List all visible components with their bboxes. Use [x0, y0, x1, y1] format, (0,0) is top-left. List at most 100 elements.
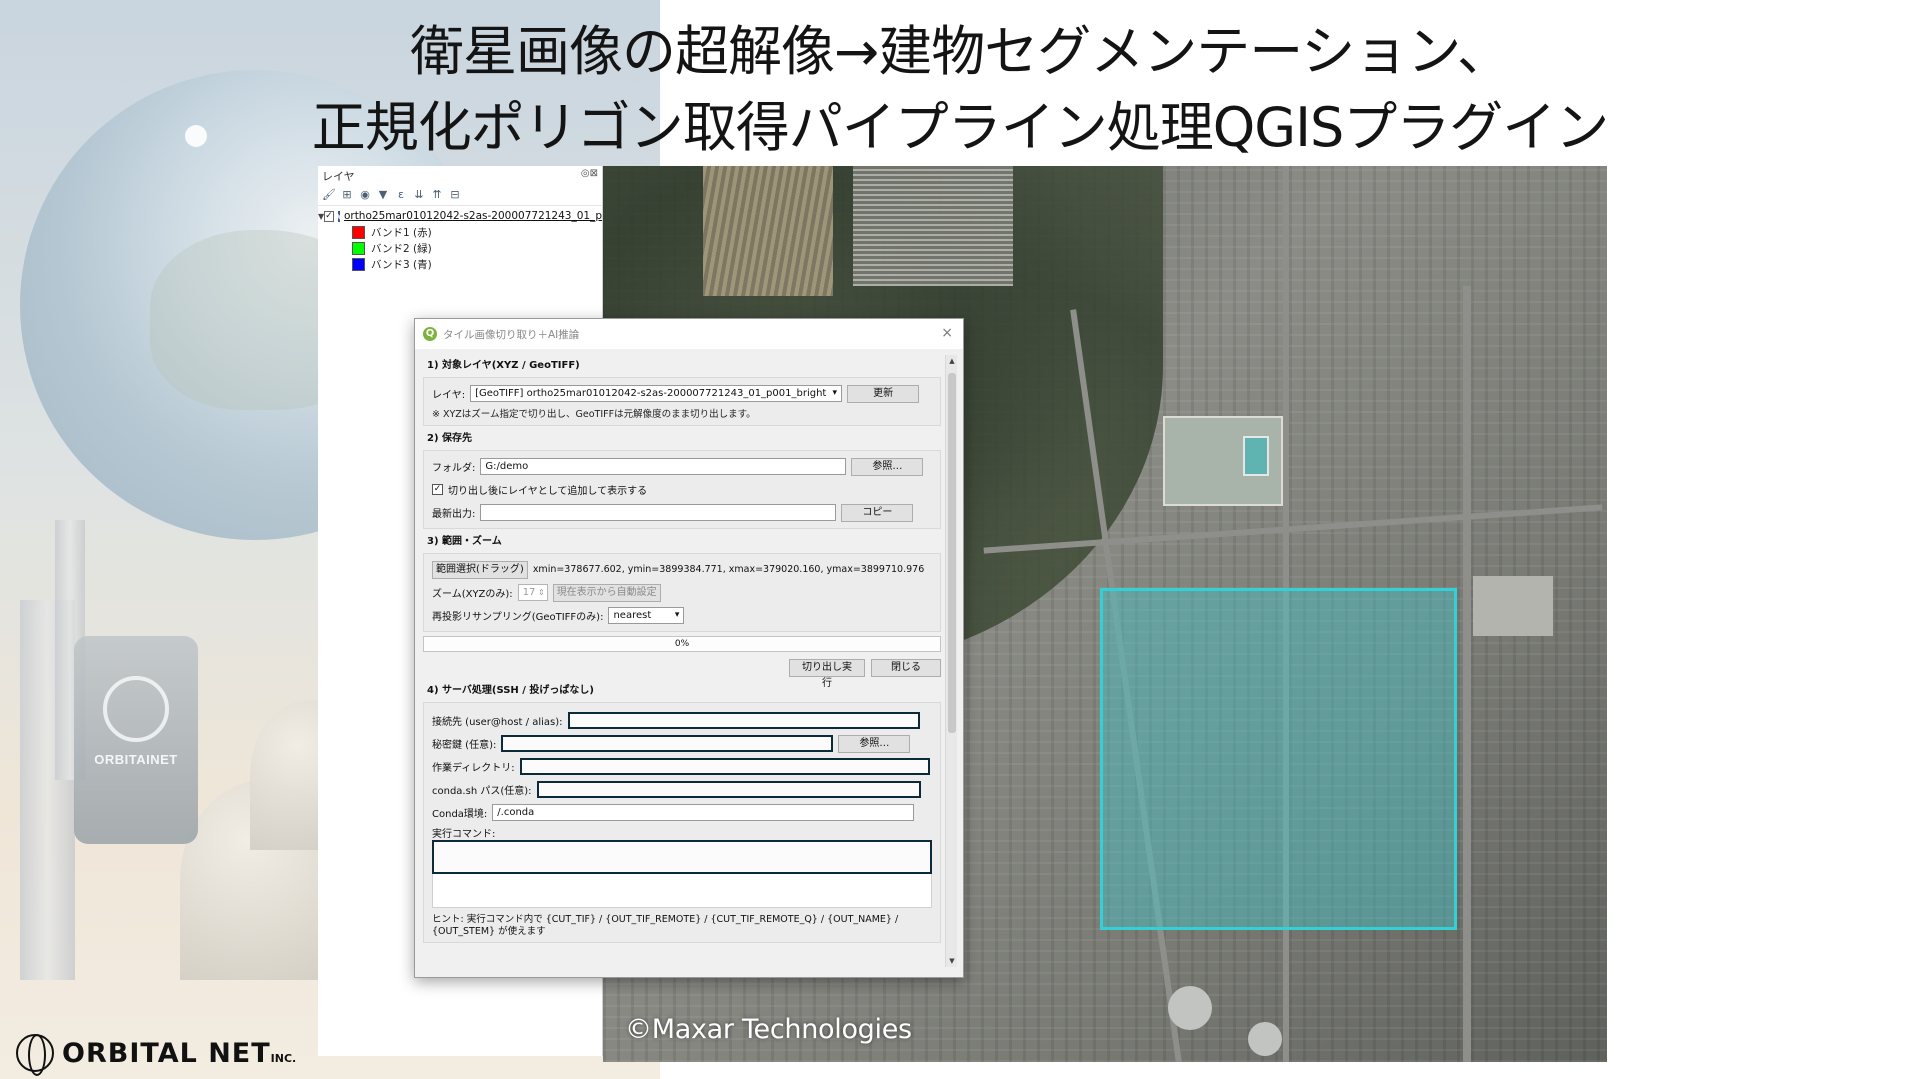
raster-layer-icon: [337, 210, 340, 222]
layer-note: ※ XYZはズーム指定で切り出し、GeoTIFFは元解像度のまま切り出します。: [432, 409, 756, 420]
workdir-input[interactable]: [519, 758, 930, 775]
footer-logo-suffix: INC.: [270, 1051, 297, 1065]
host-input[interactable]: [567, 712, 920, 729]
run-cut-button[interactable]: 切り出し実行: [789, 659, 865, 689]
dialog-scrollbar[interactable]: ▲ ▼: [945, 355, 957, 967]
map-cemetery: [853, 166, 1013, 286]
copyright-text: ©Maxar Technologies: [625, 1014, 912, 1045]
section-title-save-location: 2) 保存先: [427, 433, 473, 444]
condash-label: conda.sh パス(任意):: [432, 786, 532, 797]
band-color-swatch: [352, 225, 365, 239]
add-layer-label: 切り出し後にレイヤとして追加して表示する: [448, 486, 648, 497]
slide-title: 衛星画像の超解像→建物セグメンテーション、 正規化ポリゴン取得パイプライン処理Q…: [0, 14, 1920, 166]
browse-key-button[interactable]: 参照…: [838, 734, 911, 753]
scroll-up-arrow-icon[interactable]: ▲: [946, 355, 958, 367]
add-group-icon[interactable]: ⊞: [340, 188, 354, 202]
footer-logo-name: ORBITAL NET: [62, 1037, 271, 1069]
copy-button[interactable]: コピー: [841, 503, 914, 522]
expand-all-icon[interactable]: ⇊: [412, 188, 426, 202]
folder-label: フォルダ:: [432, 463, 476, 474]
eye-icon[interactable]: ◉: [358, 188, 372, 202]
band-item: バンド3 (青): [318, 256, 602, 272]
layer-select[interactable]: [GeoTIFF] ortho25mar01012042-s2as-200007…: [470, 385, 843, 402]
zoom-spinbox[interactable]: 17: [517, 584, 548, 601]
band-color-swatch: [352, 257, 365, 271]
hint-line: ヒント: 実行コマンド内で {CUT_TIF} / {OUT_TIF_REMOT…: [432, 914, 899, 925]
add-layer-checkbox[interactable]: ✓: [432, 484, 443, 495]
band-color-swatch: [352, 241, 365, 255]
map-fields: [703, 166, 833, 296]
key-input[interactable]: [501, 735, 834, 752]
resample-select[interactable]: nearest: [608, 607, 685, 624]
resample-label: 再投影リサンプリング(GeoTIFFのみ):: [432, 612, 604, 623]
layer-tree-item[interactable]: ▼ ✓ ortho25mar01012042-s2as-200007721243…: [318, 208, 602, 224]
range-select-button[interactable]: 範囲選択(ドラッグ): [432, 560, 528, 579]
selection-rectangle[interactable]: [1100, 588, 1457, 930]
condaenv-label: Conda環境:: [432, 809, 488, 820]
band-label: バンド2 (緑): [371, 242, 432, 255]
browse-folder-button[interactable]: 参照…: [851, 457, 924, 476]
auto-zoom-button[interactable]: 現在表示から自動設定: [552, 583, 661, 602]
refresh-button[interactable]: 更新: [847, 384, 920, 403]
map-tank: [1248, 1022, 1282, 1056]
qgis-icon: Q: [423, 327, 437, 341]
condash-input[interactable]: [536, 781, 921, 798]
group-save-location: フォルダ: G:/demo 参照… ✓ 切り出し後にレイヤとして追加して表示する…: [423, 450, 941, 529]
layer-panel-header: レイヤ ◎⊠: [318, 166, 602, 184]
orbital-logo-icon: [16, 1034, 54, 1076]
group-target-layer: レイヤ: [GeoTIFF] ortho25mar01012042-s2as-2…: [423, 377, 941, 426]
brand-logo-icon: [103, 676, 169, 742]
band-label: バンド1 (赤): [371, 226, 432, 239]
footer-logo-text: ORBITAL NETINC.: [62, 1038, 296, 1069]
layer-name[interactable]: ortho25mar01012042-s2as-200007721243_01_…: [344, 210, 602, 222]
group-server: 接続先 (user@host / alias): 秘密鍵 (任意): 参照… 作…: [423, 702, 941, 943]
close-button[interactable]: 閉じる: [871, 659, 941, 677]
action-row: 切り出し実行 閉じる: [423, 656, 941, 689]
latest-output-field[interactable]: [480, 504, 837, 521]
hint-line: {OUT_STEM} が使えます: [432, 926, 546, 937]
latest-output-label: 最新出力:: [432, 509, 476, 520]
footer-logo: ORBITAL NETINC.: [16, 1034, 296, 1076]
paint-brush-icon[interactable]: 🖌: [322, 188, 336, 202]
command-textarea-extension[interactable]: [432, 874, 932, 908]
brand-tile-text: ORBITAINET: [94, 752, 178, 767]
plugin-dialog: Q タイル画像切り取り＋AI推論 × ▲ ▼ 1) 対象レイヤ(XYZ / Ge…: [414, 318, 964, 978]
band-label: バンド3 (青): [371, 258, 432, 271]
collapse-all-icon[interactable]: ⇈: [430, 188, 444, 202]
map-road: [1463, 286, 1471, 1062]
layer-tree: ▼ ✓ ortho25mar01012042-s2as-200007721243…: [318, 206, 602, 272]
dialog-titlebar[interactable]: Q タイル画像切り取り＋AI推論 ×: [415, 319, 963, 349]
progress-bar: 0%: [423, 636, 941, 652]
dialog-title: タイル画像切り取り＋AI推論: [443, 328, 580, 341]
hint-text: ヒント: 実行コマンド内で {CUT_TIF} / {OUT_TIF_REMOT…: [432, 914, 932, 938]
map-pool: [1243, 436, 1269, 476]
filter-expression-icon[interactable]: ε: [394, 188, 408, 202]
remove-layer-icon[interactable]: ⊟: [448, 188, 462, 202]
layer-visibility-checkbox[interactable]: ✓: [324, 210, 334, 222]
host-label: 接続先 (user@host / alias):: [432, 717, 563, 728]
workdir-label: 作業ディレクトリ:: [432, 763, 515, 774]
group-range-zoom: 範囲選択(ドラッグ) xmin=378677.602, ymin=3899384…: [423, 553, 941, 632]
filter-icon[interactable]: ▼: [376, 188, 390, 202]
command-label: 実行コマンド:: [432, 828, 496, 840]
layer-label: レイヤ:: [432, 390, 466, 401]
key-label: 秘密鍵 (任意):: [432, 740, 497, 751]
map-tank: [1168, 986, 1212, 1030]
dialog-body: 1) 対象レイヤ(XYZ / GeoTIFF) レイヤ: [GeoTIFF] o…: [423, 355, 941, 969]
scroll-down-arrow-icon[interactable]: ▼: [946, 955, 958, 967]
layer-panel-title: レイヤ: [322, 170, 355, 183]
panel-float-close-icons[interactable]: ◎⊠: [581, 168, 598, 179]
section-title-range-zoom: 3) 範囲・ズーム: [427, 536, 502, 547]
band-item: バンド2 (緑): [318, 240, 602, 256]
condaenv-input[interactable]: /.conda: [492, 804, 915, 821]
zoom-label: ズーム(XYZのみ):: [432, 589, 513, 600]
scroll-thumb[interactable]: [948, 373, 956, 733]
close-icon[interactable]: ×: [941, 325, 953, 341]
band-item: バンド1 (赤): [318, 224, 602, 240]
map-parking-lot: [1473, 576, 1553, 636]
slide-title-line2: 正規化ポリゴン取得パイプライン処理QGISプラグイン: [311, 96, 1610, 159]
command-textarea[interactable]: [432, 840, 932, 874]
folder-input[interactable]: G:/demo: [480, 458, 847, 475]
section-title-server: 4) サーバ処理(SSH / 投げっぱなし): [427, 685, 594, 696]
section-title-target-layer: 1) 対象レイヤ(XYZ / GeoTIFF): [427, 360, 580, 371]
